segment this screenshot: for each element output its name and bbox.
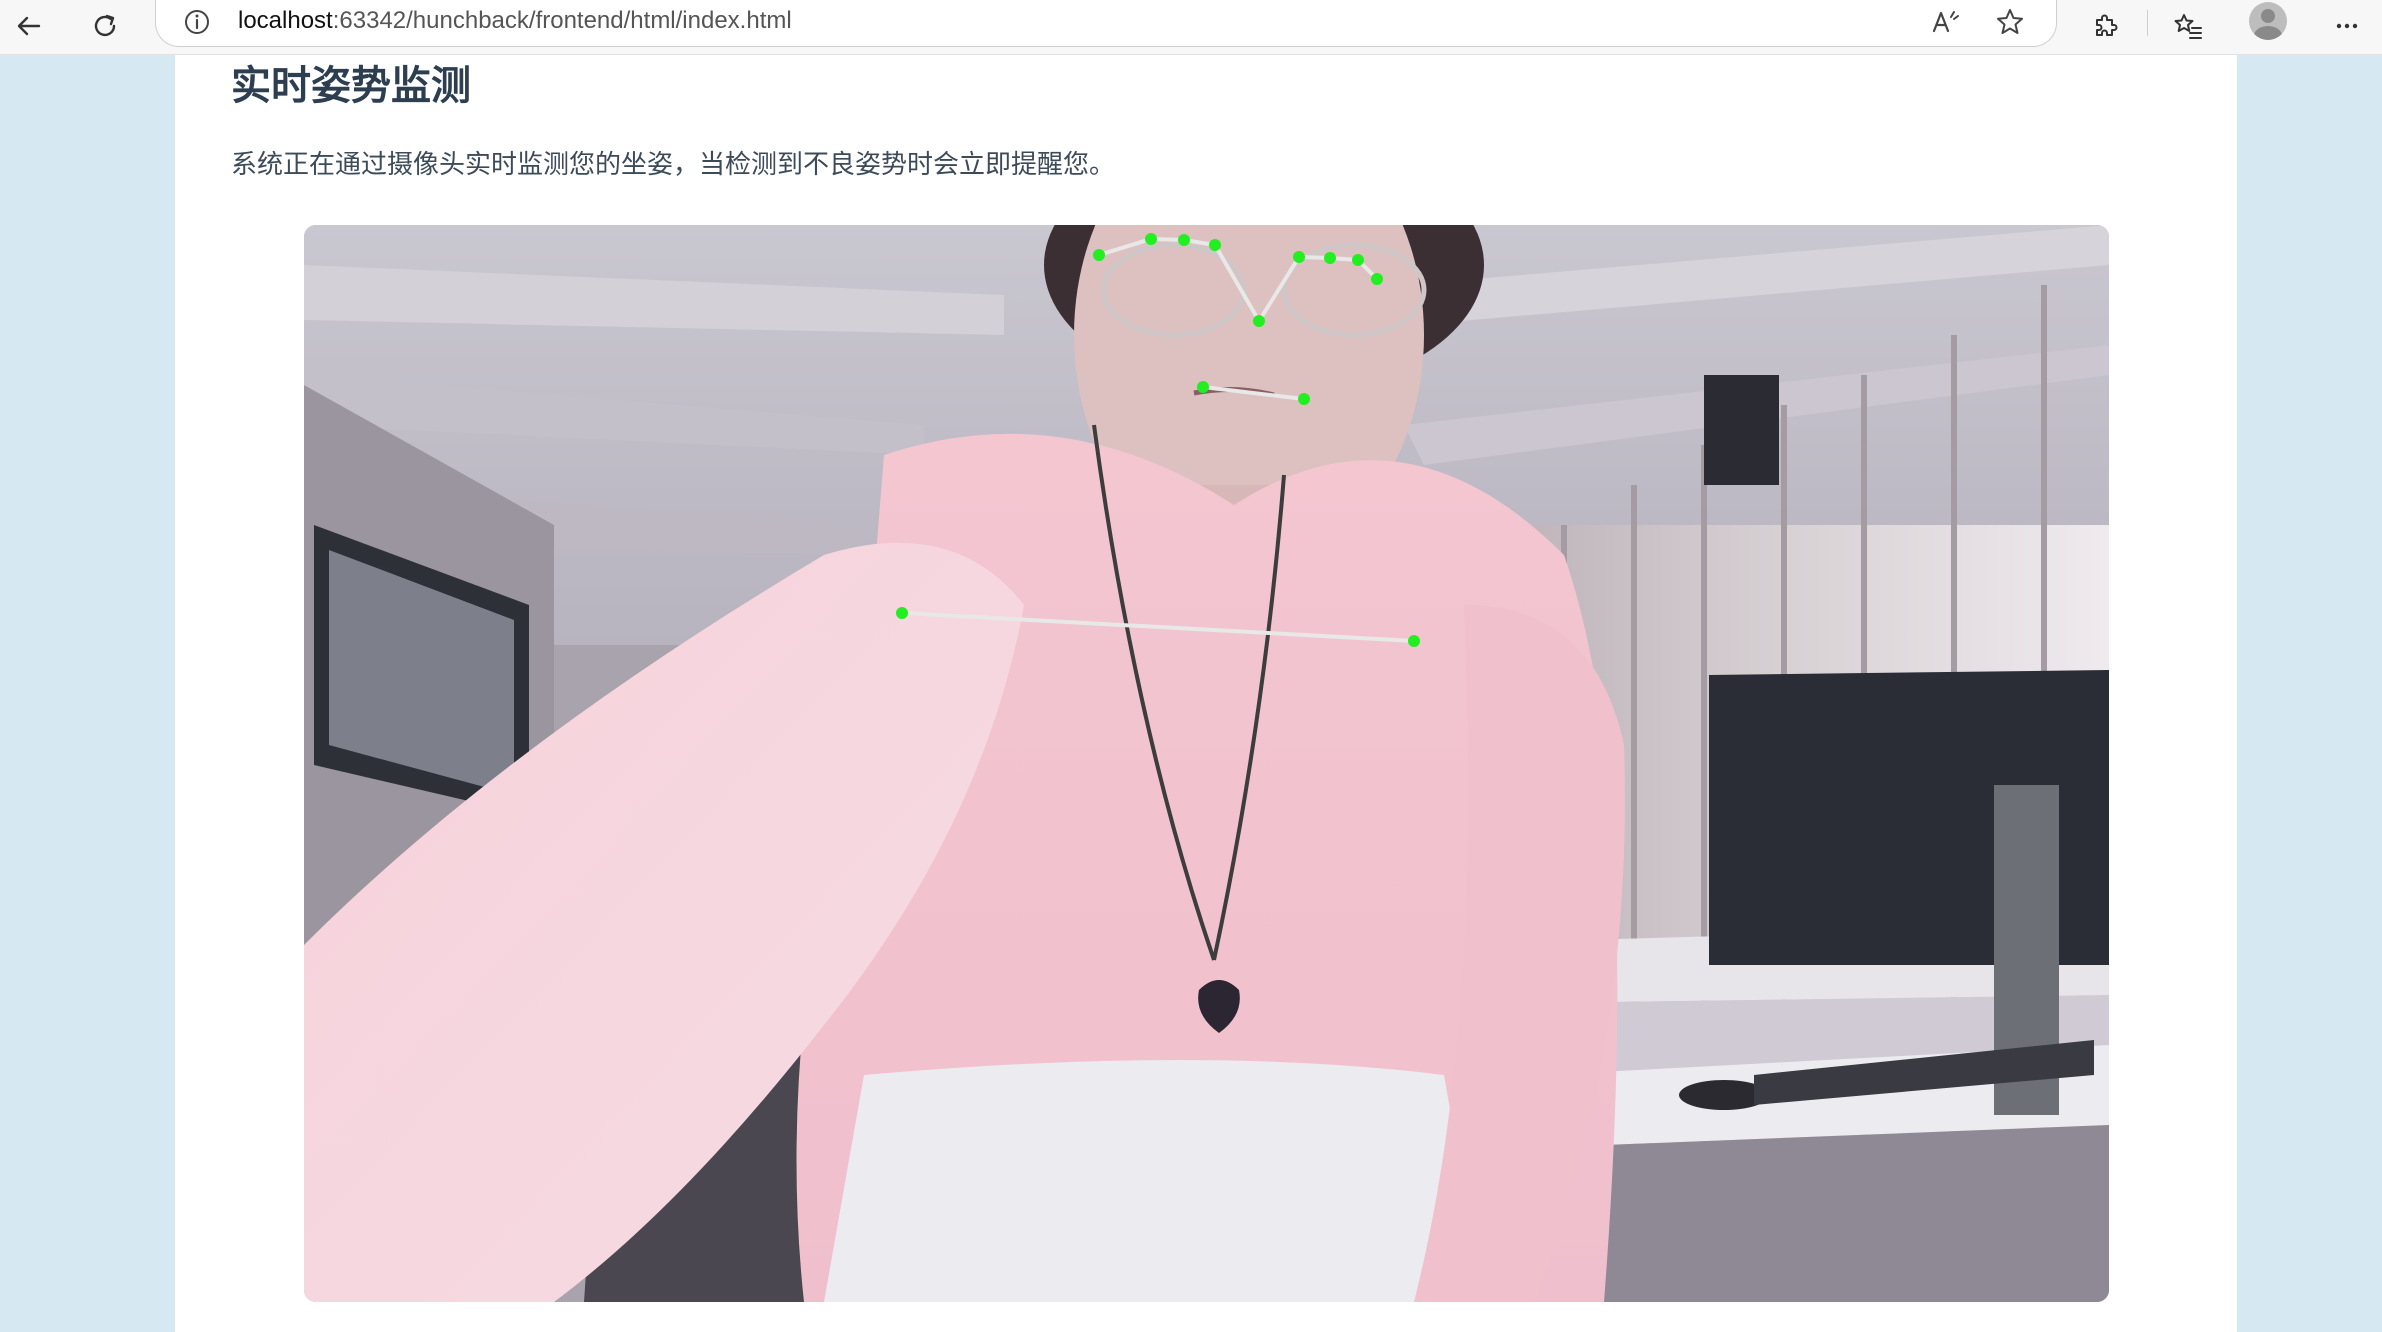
shoulder-keypoint	[1408, 635, 1420, 647]
avatar-head	[2261, 9, 2275, 23]
extensions-button[interactable]	[2083, 4, 2127, 48]
more-button[interactable]	[2325, 4, 2369, 48]
page-title: 实时姿势监测	[231, 63, 471, 109]
shoulder-connection	[901, 611, 1415, 643]
url-text[interactable]: localhost:63342/hunchback/frontend/html/…	[238, 6, 792, 36]
info-icon[interactable]	[182, 7, 212, 37]
back-arrow-icon	[17, 16, 41, 36]
address-bar[interactable]: localhost:63342/hunchback/frontend/html/…	[155, 0, 2057, 47]
mouth-keypoint	[1197, 381, 1209, 393]
face-keypoint	[1145, 233, 1157, 245]
mouth-keypoint	[1298, 393, 1310, 405]
extensions-icon	[2096, 14, 2118, 36]
mouth-connection	[1202, 385, 1305, 401]
favorites-list-icon	[2174, 14, 2202, 39]
pose-skeleton-overlay	[896, 233, 1420, 647]
avatar-shoulders	[2254, 26, 2282, 40]
eye-nose-connection	[1098, 237, 1379, 323]
read-aloud-icon[interactable]	[1929, 6, 1961, 38]
toolbar-divider	[2147, 10, 2148, 36]
page-card: 实时姿势监测 系统正在通过摄像头实时监测您的坐姿，当检测到不良姿势时会立即提醒您…	[175, 55, 2237, 1332]
shoulder-keypoint	[896, 607, 908, 619]
face-keypoint	[1293, 251, 1305, 263]
reload-icon	[94, 14, 116, 37]
face-keypoint	[1253, 315, 1265, 327]
browser-toolbar: localhost:63342/hunchback/frontend/html/…	[0, 0, 2382, 55]
page-description: 系统正在通过摄像头实时监测您的坐姿，当检测到不良姿势时会立即提醒您。	[231, 150, 1116, 180]
url-host: localhost	[238, 7, 333, 34]
face-keypoint	[1093, 249, 1105, 261]
star-icon[interactable]	[1994, 6, 2026, 38]
reload-button[interactable]	[83, 4, 127, 48]
url-path: :63342/hunchback/frontend/html/index.htm…	[332, 7, 792, 34]
back-button[interactable]	[7, 4, 51, 48]
face-keypoint	[1209, 239, 1221, 251]
more-icon	[2336, 23, 2358, 29]
favorites-button[interactable]	[2166, 4, 2210, 48]
face-keypoint	[1352, 254, 1364, 266]
profile-avatar[interactable]	[2249, 2, 2287, 40]
camera-feed	[304, 225, 2109, 1302]
face-keypoint	[1371, 273, 1383, 285]
face-keypoint	[1324, 252, 1336, 264]
face-keypoint	[1178, 234, 1190, 246]
